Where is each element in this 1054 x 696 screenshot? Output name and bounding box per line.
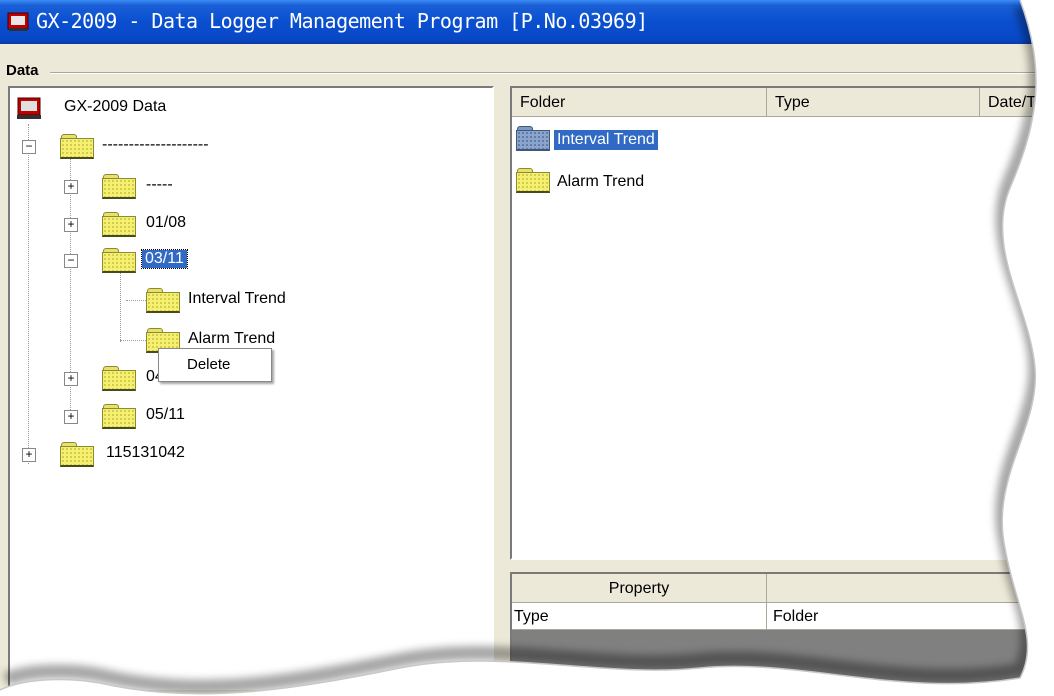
property-grid[interactable]: Property Type Folder — [510, 572, 1054, 696]
property-header: Property — [512, 574, 767, 603]
expand-icon[interactable]: + — [64, 180, 78, 194]
property-value: Folder — [773, 608, 819, 625]
collapse-icon[interactable]: − — [22, 140, 36, 154]
folder-icon — [102, 404, 136, 429]
tree-item-group[interactable]: + 115131042 — [22, 442, 262, 467]
expand-icon[interactable]: + — [64, 410, 78, 424]
tree-item-label: Interval Trend — [188, 290, 286, 307]
expand-icon[interactable]: + — [64, 372, 78, 386]
folder-icon — [60, 134, 94, 159]
tree-item-subfolder[interactable]: Alarm Trend — [146, 328, 326, 353]
tree-item-label: -------------------- — [102, 136, 209, 153]
column-header-date[interactable]: Date/T — [980, 88, 1054, 117]
list-item-label: Alarm Trend — [557, 173, 645, 190]
list-item-label: Interval Trend — [554, 130, 658, 150]
tree-item-root[interactable]: GX-2009 Data — [16, 96, 236, 119]
folder-icon — [146, 288, 180, 313]
folder-list[interactable]: Folder Type Date/T Interval Trend Alarm … — [510, 86, 1054, 560]
app-screenshot: GX-2009 - Data Logger Management Program… — [0, 0, 1054, 696]
list-item[interactable]: Alarm Trend — [516, 168, 776, 196]
folder-tree[interactable]: GX-2009 Data − -------------------- + --… — [8, 86, 494, 690]
tree-connector — [126, 300, 146, 301]
tree-item-folder[interactable]: + 05/11 — [64, 404, 264, 429]
tree-item-label: 05/11 — [146, 406, 185, 423]
column-header-label: Folder — [520, 94, 566, 111]
group-divider — [50, 72, 1054, 74]
column-header-type[interactable]: Type — [767, 88, 980, 117]
property-value-cell[interactable]: Folder — [767, 603, 1054, 630]
tree-item-subfolder[interactable]: Interval Trend — [146, 288, 326, 313]
tree-item-label: 01/08 — [146, 214, 187, 231]
window-title: GX-2009 - Data Logger Management Program… — [36, 9, 648, 33]
list-item-selected[interactable]: Interval Trend — [516, 126, 776, 154]
folder-icon — [102, 366, 136, 391]
tree-connector — [28, 124, 29, 464]
tree-item-label: 03/11 — [141, 249, 188, 269]
folder-icon — [102, 212, 136, 237]
expand-icon[interactable]: + — [64, 218, 78, 232]
collapse-icon[interactable]: − — [64, 254, 78, 268]
column-header-folder[interactable]: Folder — [512, 88, 767, 117]
column-header-label: Date/T — [988, 94, 1037, 111]
tree-item-group[interactable]: − -------------------- — [22, 134, 282, 159]
data-logger-icon — [7, 12, 29, 31]
folder-icon — [102, 248, 136, 273]
tree-item-label: Alarm Trend — [188, 330, 276, 347]
property-key: Type — [514, 608, 549, 625]
data-group-label: Data — [6, 62, 39, 79]
property-key-cell: Type — [512, 603, 767, 630]
tree-connector — [120, 270, 121, 342]
tree-item-label: GX-2009 Data — [64, 98, 167, 115]
tree-item-folder[interactable]: + ----- — [64, 174, 264, 199]
tree-item-folder-selected[interactable]: − 03/11 — [64, 248, 264, 273]
tree-connector — [120, 340, 146, 341]
tree-item-folder[interactable]: + 01/08 — [64, 212, 264, 237]
tree-item-label: 115131042 — [106, 444, 185, 461]
title-bar[interactable]: GX-2009 - Data Logger Management Program… — [0, 0, 1054, 44]
column-header-label: Type — [775, 94, 810, 111]
data-logger-icon — [17, 97, 41, 119]
folder-icon — [60, 442, 94, 467]
tree-item-label: ----- — [146, 176, 173, 193]
folder-icon — [516, 168, 550, 193]
context-menu-delete[interactable]: Delete — [187, 356, 230, 373]
value-header — [767, 574, 1054, 603]
main-window: GX-2009 - Data Logger Management Program… — [0, 0, 1054, 696]
property-header-label: Property — [608, 580, 670, 597]
expand-icon[interactable]: + — [22, 448, 36, 462]
folder-icon — [102, 174, 136, 199]
context-menu: Delete — [158, 348, 272, 382]
folder-icon — [516, 126, 550, 151]
